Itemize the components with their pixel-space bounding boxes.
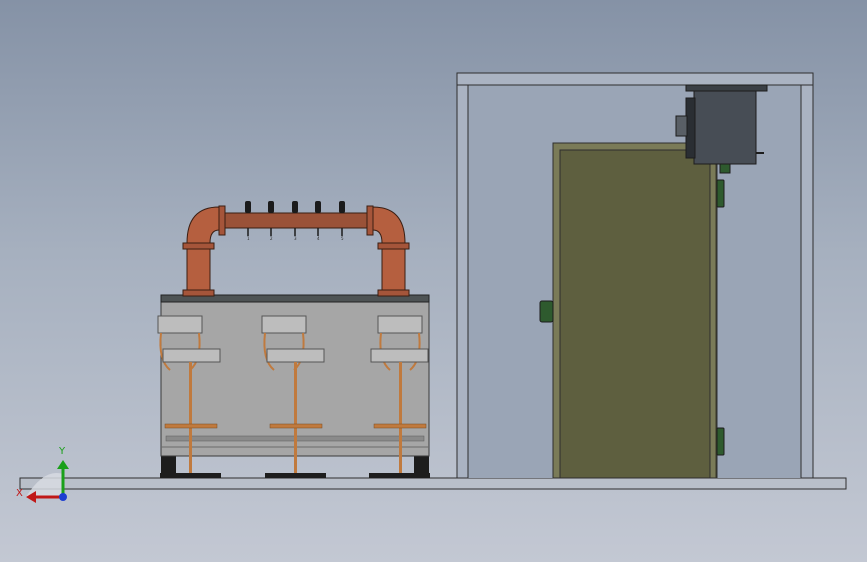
unit-drain bbox=[719, 163, 731, 174]
riser-left bbox=[186, 243, 211, 296]
stool-base bbox=[160, 473, 221, 478]
floor-slab[interactable] bbox=[19, 477, 847, 490]
tap-number: 3 bbox=[294, 236, 297, 241]
stool-seat bbox=[266, 348, 325, 363]
model-drawing: 1 2 3 4 5 Y X bbox=[16, 72, 847, 503]
tap-handle bbox=[245, 201, 251, 213]
unit-body bbox=[693, 90, 757, 165]
cold-room-right-wall[interactable] bbox=[800, 84, 814, 479]
stool-column bbox=[294, 362, 297, 473]
stool-backrest bbox=[157, 315, 203, 334]
stool-backrest bbox=[377, 315, 423, 334]
flange-right-bottom bbox=[377, 289, 410, 297]
stool-column bbox=[189, 362, 192, 473]
door-hinge-top bbox=[716, 179, 725, 208]
elbow-left bbox=[186, 206, 220, 244]
riser-right bbox=[381, 243, 406, 296]
stool-base bbox=[265, 473, 326, 478]
elbow-right bbox=[372, 206, 406, 244]
stool-footring bbox=[373, 423, 427, 429]
triad-z-axis-dot bbox=[59, 493, 67, 501]
stool-backrest bbox=[261, 315, 307, 334]
cold-room-left-wall[interactable] bbox=[456, 84, 469, 479]
flange-right-top bbox=[377, 242, 410, 250]
stool-footring bbox=[269, 423, 323, 429]
tap-number: 2 bbox=[270, 236, 273, 241]
triad-x-label: X bbox=[16, 488, 23, 499]
unit-fan-motor bbox=[675, 115, 688, 137]
beer-tower[interactable] bbox=[182, 205, 410, 297]
unit-bracket bbox=[685, 84, 768, 92]
door-panel bbox=[559, 149, 711, 479]
xyz-triad-icon: Y X bbox=[16, 446, 69, 503]
stool-seat bbox=[162, 348, 221, 363]
stool-column bbox=[399, 362, 402, 473]
flange-horizontal-right bbox=[366, 205, 374, 236]
tap-number: 5 bbox=[341, 236, 344, 241]
door-handle[interactable] bbox=[539, 300, 554, 323]
flange-left-bottom bbox=[182, 289, 215, 297]
tap-handle bbox=[315, 201, 321, 213]
stool-footring bbox=[164, 423, 218, 429]
horizontal-pipe bbox=[220, 212, 372, 229]
flange-horizontal-left bbox=[218, 205, 226, 236]
cold-room-door[interactable] bbox=[539, 142, 725, 479]
cold-room-roof[interactable] bbox=[456, 72, 814, 86]
flange-left-top bbox=[182, 242, 215, 250]
tap-handle bbox=[339, 201, 345, 213]
tap-number: 1 bbox=[247, 236, 250, 241]
tap-number: 4 bbox=[317, 236, 320, 241]
cad-viewport[interactable]: 1 2 3 4 5 Y X bbox=[0, 0, 867, 562]
stool-seat bbox=[370, 348, 429, 363]
cold-room[interactable] bbox=[456, 72, 814, 479]
stool-base bbox=[369, 473, 430, 478]
tap-handle bbox=[292, 201, 298, 213]
tap-handle bbox=[268, 201, 274, 213]
triad-y-arrowhead bbox=[57, 460, 69, 469]
door-hinge-bottom bbox=[716, 427, 725, 456]
triad-y-label: Y bbox=[58, 446, 66, 457]
